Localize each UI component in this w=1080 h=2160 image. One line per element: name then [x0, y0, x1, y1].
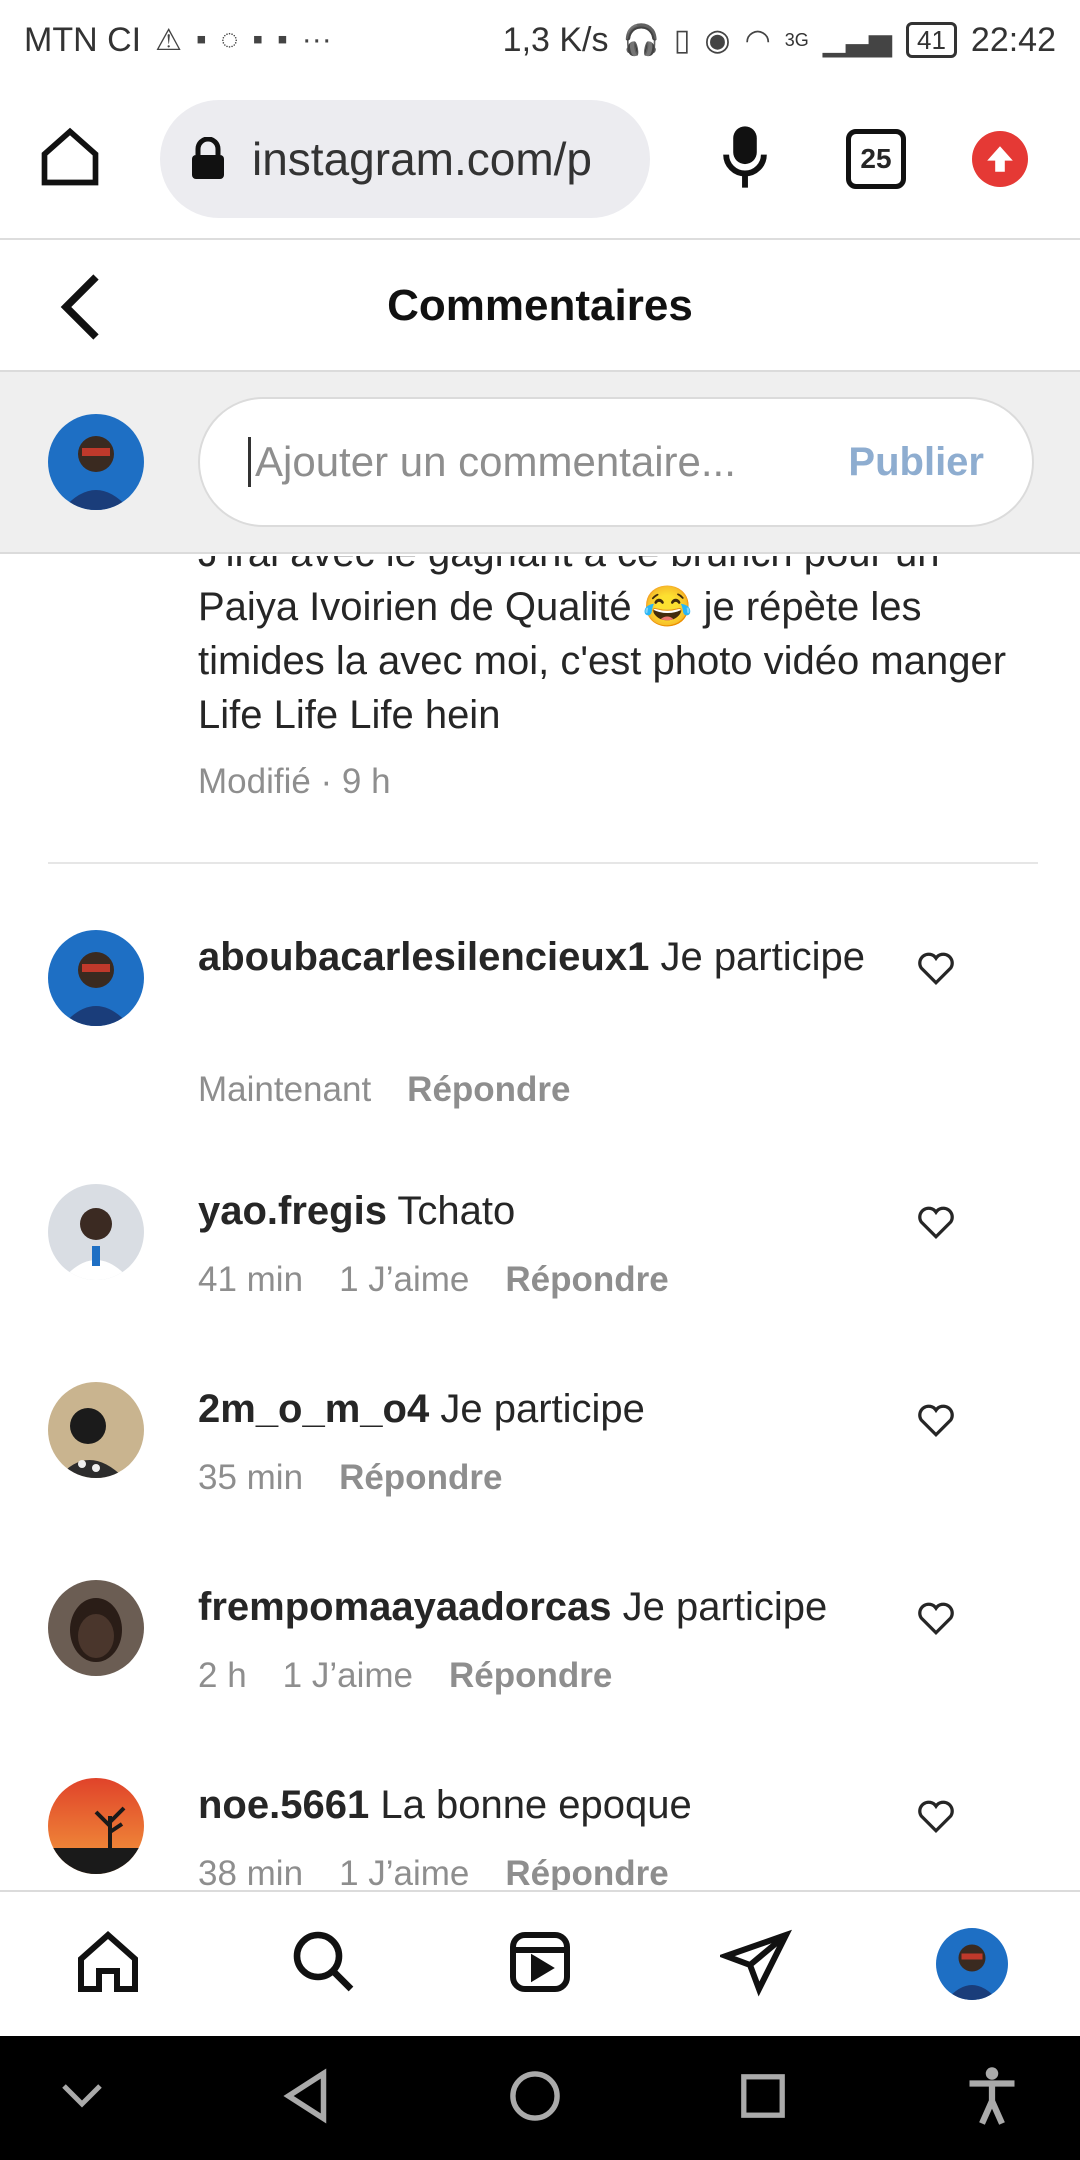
- comment-input-container: Publier: [198, 397, 1034, 527]
- comment-time: 2 h: [198, 1656, 247, 1695]
- comment-body: aboubacarlesilencieux1 Je participe: [198, 930, 898, 984]
- reply-button[interactable]: Répondre: [505, 1854, 668, 1890]
- heart-icon[interactable]: [916, 1600, 956, 1641]
- divider: [48, 862, 1038, 864]
- comment-text: Je participe: [660, 935, 866, 979]
- comment-username[interactable]: frempomaayaadorcas: [198, 1585, 612, 1629]
- lock-icon: [190, 137, 226, 181]
- heart-icon[interactable]: [916, 1798, 956, 1839]
- headset-icon: 🎧: [622, 23, 660, 57]
- page-title: Commentaires: [387, 281, 693, 330]
- comment-text: Tchato: [397, 1189, 516, 1233]
- avatar[interactable]: [48, 1580, 144, 1676]
- arrow-up-icon: [987, 146, 1013, 172]
- comment-username[interactable]: 2m_o_m_o4: [198, 1387, 429, 1431]
- more-notifications-icon: ···: [301, 23, 332, 56]
- caption-meta: Modifié · 9 h: [198, 762, 391, 801]
- heart-icon[interactable]: [916, 1204, 956, 1245]
- publish-button[interactable]: Publier: [848, 440, 984, 485]
- direct-message-icon[interactable]: [717, 1926, 792, 2003]
- home-icon[interactable]: [72, 1926, 144, 2003]
- comment-time: 35 min: [198, 1458, 304, 1497]
- comment-likes[interactable]: 1 J’aime: [339, 1260, 469, 1300]
- back-arrow-icon[interactable]: [56, 272, 106, 347]
- browser-toolbar: instagram.com/p 25: [0, 80, 1080, 240]
- comments-header: Commentaires: [0, 242, 1080, 372]
- comment-username[interactable]: yao.fregis: [198, 1189, 387, 1233]
- warning-icon: ⚠: [155, 23, 182, 57]
- update-button[interactable]: [972, 131, 1028, 187]
- comment-text: La bonne epoque: [380, 1783, 692, 1827]
- tab-switcher-button[interactable]: 25: [846, 129, 906, 189]
- search-icon[interactable]: [288, 1926, 360, 2003]
- clock: 22:42: [970, 20, 1056, 59]
- alert-message-icon-2: ▪: [277, 23, 288, 56]
- comment-meta: Maintenant Répondre: [198, 1070, 571, 1110]
- battery-indicator: 41: [905, 22, 957, 58]
- carrier-label: MTN CI: [24, 20, 142, 59]
- avatar[interactable]: [48, 1778, 144, 1874]
- comment-text: Je participe: [622, 1585, 828, 1629]
- network-type: 3G: [784, 29, 809, 50]
- status-bar: MTN CI ⚠ ▪ ◌ ▪ ▪ ··· 1,3 K/s 🎧 ▯ ◉ ◠ 3G …: [0, 0, 1080, 80]
- recents-square-icon[interactable]: [739, 2072, 787, 2125]
- caption-partial-line: J'irai avec le gagnant à ce brunch pour …: [198, 556, 1028, 580]
- wifi-icon: ◠: [744, 23, 771, 57]
- avatar[interactable]: [48, 1184, 144, 1280]
- post-caption: J'irai avec le gagnant à ce brunch pour …: [198, 556, 1028, 742]
- comment-input[interactable]: [248, 437, 817, 487]
- avatar[interactable]: [48, 930, 144, 1026]
- reply-button[interactable]: Répondre: [339, 1458, 502, 1498]
- app-notification-icon: ◌: [220, 23, 239, 56]
- home-circle-icon[interactable]: [508, 2069, 562, 2128]
- heart-icon[interactable]: [916, 950, 956, 991]
- comment-time: 41 min: [198, 1260, 304, 1299]
- bottom-navigation: [0, 1890, 1080, 2036]
- comment-likes[interactable]: 1 J’aime: [339, 1854, 469, 1890]
- comment-likes[interactable]: 1 J’aime: [283, 1656, 413, 1696]
- comment-username[interactable]: noe.5661: [198, 1783, 369, 1827]
- caption-text: Paiya Ivoirien de Qualité 😂 je répète le…: [198, 585, 1007, 737]
- comment-body: 2m_o_m_o4 Je participe: [198, 1382, 898, 1436]
- comment-body: yao.fregis Tchato: [198, 1184, 898, 1238]
- url-text: instagram.com/p: [252, 133, 593, 185]
- comment-time: Maintenant: [198, 1070, 372, 1109]
- signal-icon: ▁▃▅: [822, 23, 892, 57]
- reels-icon[interactable]: [504, 1926, 576, 2003]
- comment-meta: 38 min 1 J’aime Répondre: [198, 1854, 669, 1890]
- comment-meta: 41 min 1 J’aime Répondre: [198, 1260, 669, 1300]
- avatar: [48, 414, 144, 510]
- comment-body: frempomaayaadorcas Je participe: [198, 1580, 898, 1634]
- comment-meta: 2 h 1 J’aime Répondre: [198, 1656, 612, 1696]
- comments-list[interactable]: J'irai avec le gagnant à ce brunch pour …: [0, 556, 1080, 1890]
- comment-time: 38 min: [198, 1854, 304, 1890]
- address-bar[interactable]: instagram.com/p: [160, 100, 650, 218]
- comment-username[interactable]: aboubacarlesilencieux1: [198, 935, 649, 979]
- reply-button[interactable]: Répondre: [407, 1070, 570, 1110]
- comment-composer: Publier: [0, 372, 1080, 554]
- status-left: MTN CI ⚠ ▪ ◌ ▪ ▪ ···: [24, 21, 332, 60]
- status-right: 1,3 K/s 🎧 ▯ ◉ ◠ 3G ▁▃▅ 41 22:42: [503, 21, 1056, 60]
- chevron-down-icon[interactable]: [60, 2082, 104, 2115]
- eye-icon: ◉: [704, 23, 731, 57]
- heart-icon[interactable]: [916, 1402, 956, 1443]
- comment-meta: 35 min Répondre: [198, 1458, 502, 1498]
- reply-button[interactable]: Répondre: [449, 1656, 612, 1696]
- back-triangle-icon[interactable]: [281, 2067, 331, 2129]
- network-speed: 1,3 K/s: [502, 20, 609, 59]
- reply-button[interactable]: Répondre: [505, 1260, 668, 1300]
- avatar[interactable]: [48, 1382, 144, 1478]
- vibrate-icon: ▯: [673, 23, 691, 57]
- alert-message-icon: ▪: [252, 23, 264, 56]
- comment-body: noe.5661 La bonne epoque: [198, 1778, 898, 1832]
- home-icon[interactable]: [36, 123, 104, 196]
- notification-icon: ▪: [196, 23, 207, 56]
- microphone-icon[interactable]: [720, 124, 770, 195]
- system-navigation-bar: [0, 2036, 1080, 2160]
- comment-text: Je participe: [440, 1387, 645, 1431]
- profile-avatar[interactable]: [936, 1928, 1008, 2000]
- accessibility-icon[interactable]: [964, 2066, 1020, 2131]
